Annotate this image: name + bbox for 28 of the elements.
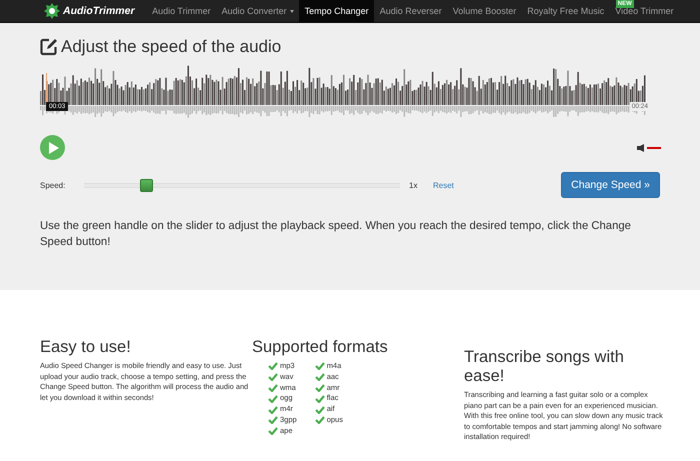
nav-link[interactable]: Tempo Changer	[299, 0, 374, 22]
feature-heading: Easy to use!	[40, 338, 132, 357]
page-title: Adjust the speed of the audio	[61, 37, 282, 57]
nav-link[interactable]: Royalty Free Music	[522, 0, 610, 22]
check-icon	[314, 394, 325, 403]
nav-link[interactable]: Audio Converter	[216, 0, 300, 22]
logo-icon	[44, 3, 60, 19]
speed-label: Speed:	[40, 180, 66, 190]
check-icon	[314, 362, 325, 370]
play-icon	[49, 142, 59, 154]
feature-heading: Supported formats	[252, 338, 389, 357]
logo-text[interactable]: AudioTrimmer	[63, 5, 135, 17]
nav-link[interactable]: Audio Trimmer	[146, 0, 216, 22]
speaker-icon[interactable]	[637, 144, 644, 152]
nav-link[interactable]: Audio Reverser	[374, 0, 448, 22]
check-icon	[314, 384, 325, 392]
check-icon	[314, 373, 325, 382]
speed-slider-handle[interactable]	[140, 178, 154, 192]
change-speed-button[interactable]: Change Speed »	[561, 172, 660, 198]
reset-link[interactable]: Reset	[433, 180, 454, 190]
check-icon	[314, 416, 325, 424]
nav-link[interactable]: Volume Booster	[447, 0, 522, 22]
waveform-drawing[interactable]	[40, 65, 646, 121]
speed-value: 1x	[409, 180, 418, 190]
edit-icon	[40, 38, 58, 56]
check-icon	[314, 406, 325, 414]
feature-heading: Transcribe songs with ease!	[464, 348, 625, 386]
instructions-text: Use the green handle on the slider to adjust the playback speed. When you reach the desired tempo, click the Change Speed button!	[40, 219, 632, 250]
